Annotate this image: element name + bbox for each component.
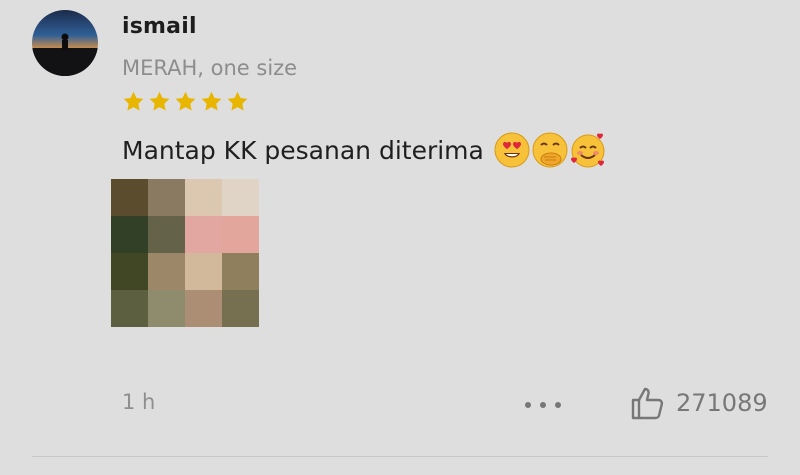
review-text-row: Mantap KK pesanan diterima	[122, 132, 606, 168]
like-count: 271089	[676, 389, 768, 417]
post-time: 1 h	[122, 390, 156, 414]
photo-pixel	[185, 179, 222, 216]
heart-eyes-emoji	[494, 132, 530, 168]
variant-label: MERAH, one size	[122, 56, 298, 80]
more-dots-icon[interactable]	[525, 400, 561, 410]
star-rating	[122, 90, 249, 113]
photo-pixel	[222, 290, 259, 327]
photo-pixel	[185, 253, 222, 290]
photo-pixel	[111, 216, 148, 253]
smiling-face-with-hearts-emoji	[570, 133, 605, 168]
photo-pixel	[148, 290, 185, 327]
avatar[interactable]	[32, 10, 98, 76]
like-button[interactable]: 271089	[630, 385, 768, 421]
photo-pixel	[148, 253, 185, 290]
star-icon	[175, 91, 196, 111]
star-icon	[123, 91, 144, 111]
avatar-icon	[32, 33, 98, 76]
photo-pixel	[222, 179, 259, 216]
review-photo[interactable]	[111, 179, 259, 327]
star-icon	[149, 91, 170, 111]
photo-pixel	[185, 290, 222, 327]
username[interactable]: ismail	[122, 14, 197, 39]
photo-pixel	[111, 253, 148, 290]
star-icon	[201, 91, 222, 111]
photo-pixel	[148, 179, 185, 216]
star-icon	[227, 91, 248, 111]
hand-over-mouth-emoji	[532, 132, 568, 168]
photo-pixel	[222, 253, 259, 290]
divider	[32, 456, 768, 457]
photo-pixel	[111, 290, 148, 327]
photo-pixel	[111, 179, 148, 216]
photo-pixel	[222, 216, 259, 253]
review-text: Mantap KK pesanan diterima	[122, 135, 484, 165]
photo-pixel	[185, 216, 222, 253]
thumbs-up-icon	[631, 387, 664, 420]
photo-pixel	[148, 216, 185, 253]
review-emojis	[494, 132, 606, 168]
